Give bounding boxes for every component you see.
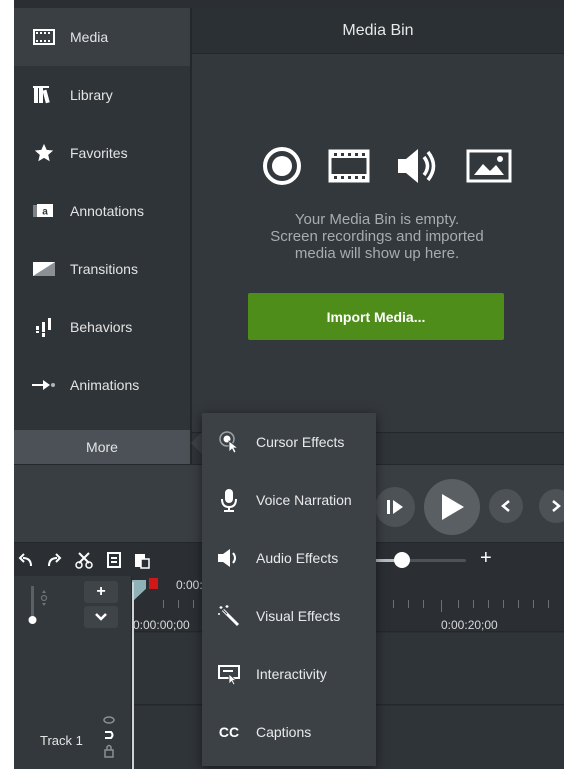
menu-item-visual-effects[interactable]: Visual Effects xyxy=(202,587,376,645)
sidebar-item-behaviors[interactable]: Behaviors xyxy=(14,298,190,356)
menu-item-label: Voice Narration xyxy=(256,492,352,508)
redo-icon[interactable] xyxy=(45,551,63,569)
more-flyout-menu: Cursor Effects Voice Narration Audio Eff… xyxy=(202,413,376,766)
captions-icon: CC xyxy=(218,724,240,740)
film-strip-icon xyxy=(32,25,56,49)
sidebar-item-favorites[interactable]: Favorites xyxy=(14,124,190,182)
behaviors-icon xyxy=(32,315,56,339)
sidebar: Media Library Favorites a Annotations Tr… xyxy=(14,8,190,464)
playhead-line xyxy=(132,582,134,769)
menu-item-voice-narration[interactable]: Voice Narration xyxy=(202,471,376,529)
track-header-column: + Track 1 xyxy=(14,576,132,769)
playhead-marker[interactable] xyxy=(149,578,158,589)
menu-item-label: Visual Effects xyxy=(256,608,341,624)
media-bin-title: Media Bin xyxy=(192,8,564,54)
step-forward-button[interactable] xyxy=(375,487,415,527)
ruler-tick xyxy=(423,600,424,608)
library-books-icon xyxy=(32,83,56,107)
transition-icon xyxy=(32,257,56,281)
menu-item-captions[interactable]: CC Captions xyxy=(202,703,376,761)
ruler-tick xyxy=(408,600,409,608)
paste-icon[interactable] xyxy=(133,551,151,569)
menu-item-audio-effects[interactable]: Audio Effects xyxy=(202,529,376,587)
zoom-in-button[interactable]: + xyxy=(480,547,492,570)
video-clip-icon xyxy=(328,149,370,188)
zoom-slider-handle[interactable] xyxy=(394,552,410,568)
empty-message-line: Your Media Bin is empty. xyxy=(294,211,460,228)
sidebar-item-library[interactable]: Library xyxy=(14,66,190,124)
ruler-tick xyxy=(503,600,504,608)
sidebar-item-label: Behaviors xyxy=(70,319,133,335)
menu-item-label: Captions xyxy=(256,724,312,740)
ruler-tick xyxy=(441,600,442,612)
ruler-mark-time: 0:00:20;00 xyxy=(441,618,498,632)
speaker-icon xyxy=(217,546,241,570)
svg-text:a: a xyxy=(42,207,48,218)
import-media-button[interactable]: Import Media... xyxy=(248,293,504,340)
menu-item-label: Audio Effects xyxy=(256,550,339,566)
previous-button[interactable] xyxy=(489,489,523,523)
microphone-icon xyxy=(217,488,241,512)
ruler-tick xyxy=(393,600,394,608)
sidebar-item-label: Animations xyxy=(70,377,140,393)
track-label: Track 1 xyxy=(40,733,83,748)
zoom-slider-track[interactable] xyxy=(376,559,466,562)
flyout-pointer xyxy=(191,432,202,454)
ruler-tick xyxy=(548,600,549,608)
menu-item-label: Cursor Effects xyxy=(256,434,345,450)
sidebar-item-media[interactable]: Media xyxy=(14,8,190,66)
sidebar-item-label: Transitions xyxy=(70,261,138,277)
animation-arrow-icon xyxy=(32,373,56,397)
annotation-callout-icon: a xyxy=(32,199,56,223)
magic-wand-icon xyxy=(217,604,241,628)
ruler-tick xyxy=(193,600,194,608)
chevron-down-icon xyxy=(95,613,107,621)
sidebar-item-label: Favorites xyxy=(70,145,128,161)
track-height-slider-icon[interactable] xyxy=(24,582,54,626)
sidebar-item-transitions[interactable]: Transitions xyxy=(14,240,190,298)
ruler-tick xyxy=(488,600,489,608)
ruler-start-time: 0:00:00;00 xyxy=(133,618,190,632)
interactivity-icon xyxy=(217,662,241,686)
track-options-dropdown[interactable] xyxy=(84,606,118,628)
menu-item-interactivity[interactable]: Interactivity xyxy=(202,645,376,703)
media-bin-panel: Media Bin Your Media Bin is empty. Scree… xyxy=(192,8,564,432)
media-type-icons xyxy=(262,146,512,191)
image-icon xyxy=(466,149,512,188)
ruler-tick xyxy=(163,600,164,608)
ruler-tick xyxy=(458,600,459,608)
cut-icon[interactable] xyxy=(75,551,93,569)
ruler-tick xyxy=(518,600,519,608)
undo-icon[interactable] xyxy=(17,551,35,569)
sidebar-item-label: Library xyxy=(70,87,113,103)
menu-item-label: Interactivity xyxy=(256,666,327,682)
sidebar-item-annotations[interactable]: a Annotations xyxy=(14,182,190,240)
ruler-tick xyxy=(473,600,474,608)
add-track-button[interactable]: + xyxy=(84,581,118,603)
play-button[interactable] xyxy=(424,479,480,535)
track-controls-icon[interactable] xyxy=(101,714,117,766)
more-button[interactable]: More xyxy=(14,430,190,464)
sidebar-item-animations[interactable]: Animations xyxy=(14,356,190,414)
menu-item-cursor-effects[interactable]: Cursor Effects xyxy=(202,413,376,471)
next-button[interactable] xyxy=(539,489,564,523)
empty-message-line: media will show up here. xyxy=(294,245,460,262)
sidebar-item-label: Annotations xyxy=(70,203,144,219)
cursor-effects-icon xyxy=(217,430,241,454)
empty-message-line: Screen recordings and imported xyxy=(270,228,484,245)
ruler-tick xyxy=(533,600,534,608)
audio-speaker-icon xyxy=(396,147,440,190)
empty-bin-message: Your Media Bin is empty. Screen recordin… xyxy=(222,211,532,262)
star-icon xyxy=(32,141,56,165)
sidebar-item-label: Media xyxy=(70,29,109,45)
copy-icon[interactable] xyxy=(105,551,123,569)
ruler-tick xyxy=(178,600,179,608)
record-icon xyxy=(262,146,302,191)
